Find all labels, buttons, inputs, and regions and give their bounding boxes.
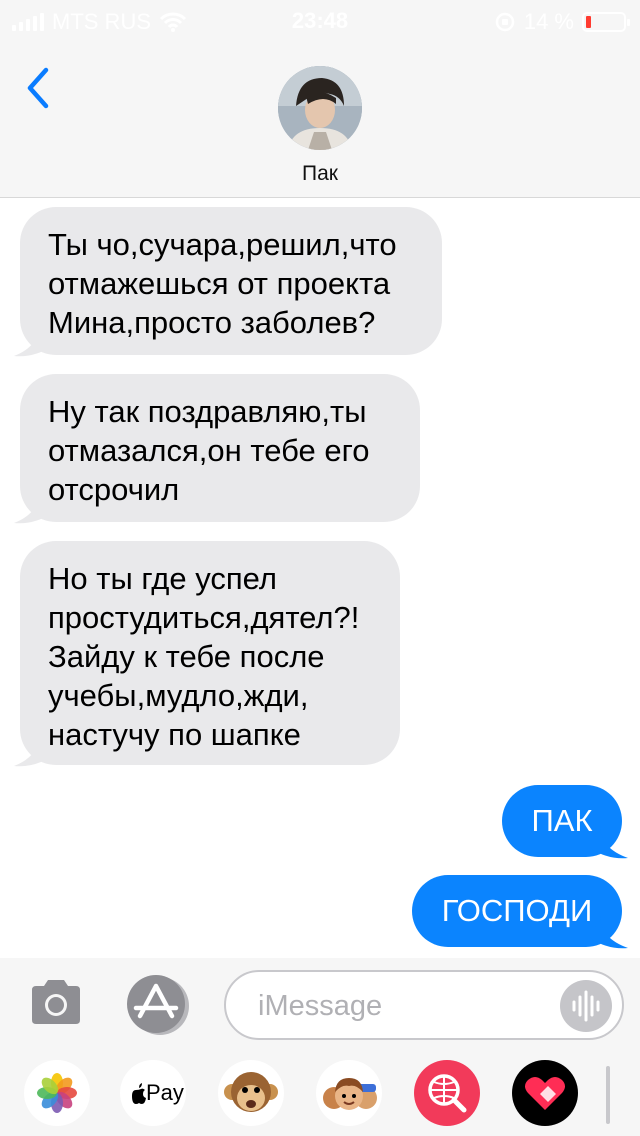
message-line: Зайду к тебе после bbox=[48, 639, 325, 674]
incoming-bubble-tail bbox=[14, 732, 52, 767]
message-line: отмазался,он тебе его bbox=[48, 433, 370, 468]
incoming-message-1[interactable]: Ты чо,сучара,решил,что отмажешься от про… bbox=[20, 207, 442, 355]
message-line: Ну так поздравляю,ты bbox=[48, 394, 367, 429]
app-store-icon bbox=[127, 975, 189, 1035]
digital-touch-button[interactable] bbox=[512, 1060, 578, 1126]
back-button[interactable] bbox=[24, 64, 64, 112]
app-store-button[interactable] bbox=[124, 974, 192, 1036]
photos-icon bbox=[37, 1073, 77, 1113]
voice-waveform-icon bbox=[572, 990, 600, 1022]
battery-level-fill bbox=[586, 16, 591, 28]
battery-icon bbox=[582, 12, 630, 32]
message-line: Но ты где успел bbox=[48, 561, 277, 596]
camera-button[interactable] bbox=[28, 978, 84, 1028]
back-chevron-icon bbox=[27, 67, 49, 109]
digital-touch-icon bbox=[525, 1077, 565, 1110]
apple-pay-label: Pay bbox=[146, 1080, 184, 1105]
battery-percent: 14 % bbox=[523, 9, 574, 34]
message-input[interactable] bbox=[258, 986, 558, 1026]
message-line: учебы,мудло,жди, bbox=[48, 678, 309, 713]
animoji-button[interactable] bbox=[218, 1060, 284, 1126]
incoming-bubble-tail bbox=[14, 489, 52, 524]
web-search-icon bbox=[428, 1074, 467, 1113]
app-drawer: Pay bbox=[0, 1048, 640, 1136]
outgoing-bubble-tail bbox=[590, 826, 628, 859]
contact-avatar[interactable] bbox=[278, 66, 362, 150]
message-line: Ты чо,сучара,решил,что bbox=[48, 227, 397, 262]
imessage-field[interactable] bbox=[224, 970, 624, 1040]
memoji-icon bbox=[323, 1078, 377, 1110]
apple-pay-button[interactable]: Pay bbox=[120, 1060, 186, 1126]
message-line: простудиться,дятел?! bbox=[48, 600, 360, 635]
message-line: настучу по шапке bbox=[48, 717, 301, 752]
web-search-button[interactable] bbox=[414, 1060, 480, 1126]
message-input-bar bbox=[0, 958, 640, 1048]
incoming-message-2[interactable]: Ну так поздравляю,ты отмазался,он тебе е… bbox=[20, 374, 420, 522]
message-line: Мина,просто заболев? bbox=[48, 305, 376, 340]
message-line: отсрочил bbox=[48, 472, 180, 507]
rotation-lock-icon bbox=[495, 12, 515, 32]
memoji-button[interactable] bbox=[316, 1060, 382, 1126]
voice-message-button[interactable] bbox=[560, 980, 612, 1032]
status-right: 14 % bbox=[494, 9, 630, 35]
avatar-photo bbox=[278, 66, 362, 150]
contact-name[interactable]: Пак bbox=[0, 162, 640, 186]
message-line: отмажешься от проекта bbox=[48, 266, 391, 301]
status-bar: MTS RUS 23:48 14 % bbox=[0, 0, 640, 40]
animoji-monkey-icon bbox=[224, 1072, 278, 1112]
camera-icon bbox=[32, 980, 80, 1024]
incoming-bubble-tail bbox=[14, 322, 52, 357]
conversation-header: MTS RUS 23:48 14 % Пак bbox=[0, 0, 640, 198]
incoming-message-3[interactable]: Но ты где успел простудиться,дятел?! Зай… bbox=[20, 541, 400, 765]
photos-app-button[interactable] bbox=[24, 1060, 90, 1126]
drawer-divider bbox=[606, 1066, 610, 1124]
outgoing-bubble-tail bbox=[590, 916, 628, 949]
